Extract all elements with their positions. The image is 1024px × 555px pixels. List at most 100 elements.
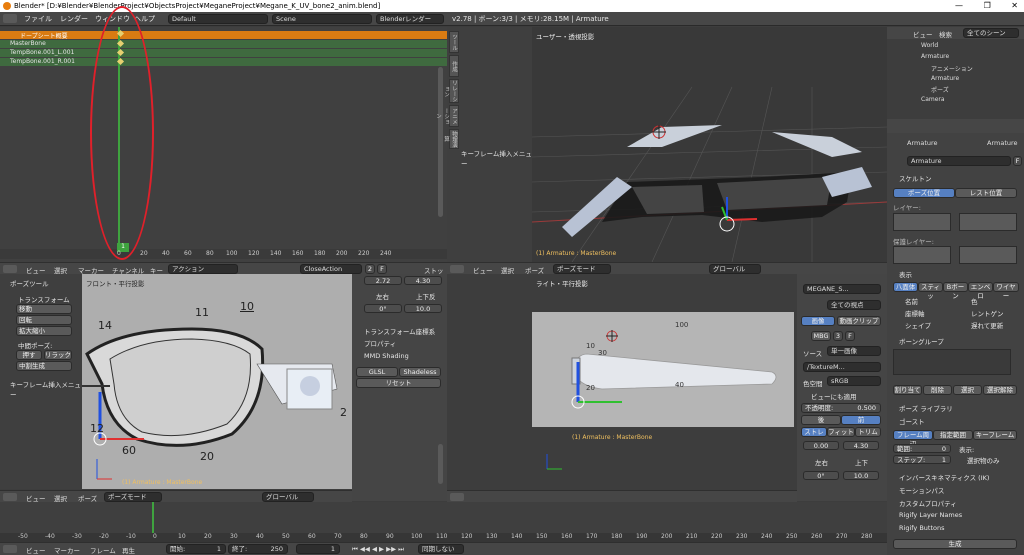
pose-library-header[interactable]: ポーズ ライブラリ xyxy=(899,403,953,413)
menu-playback[interactable]: 再生 xyxy=(122,545,135,555)
tab-tools[interactable]: ツール xyxy=(449,31,459,53)
outliner-item[interactable]: World xyxy=(921,42,938,49)
vertical-scrollbar[interactable] xyxy=(438,444,443,484)
fake-user-button[interactable]: F xyxy=(377,264,387,274)
custom-properties-header[interactable]: カスタムプロパティ xyxy=(899,498,957,508)
axes-checkbox[interactable]: 座標軸 xyxy=(905,308,925,318)
image-users-count[interactable]: 3 xyxy=(833,331,843,341)
action-users-count[interactable]: 2 xyxy=(365,264,375,274)
editor-type-icon[interactable] xyxy=(3,265,17,273)
generate-button[interactable]: 生成 xyxy=(893,539,1017,549)
delay-checkbox[interactable]: 遅れて更新 xyxy=(971,320,1003,330)
maximize-button[interactable]: ❐ xyxy=(984,1,991,10)
channel-row[interactable]: TempBone.001_L.001 xyxy=(0,49,447,57)
mmd-shading-header[interactable]: MMD Shading xyxy=(364,352,409,360)
bone-groups-header[interactable]: ボーングループ xyxy=(899,336,944,346)
move-button[interactable]: 移動 xyxy=(16,304,72,314)
menu-search[interactable]: 検索 xyxy=(939,29,952,39)
xray-checkbox[interactable]: レントゲン xyxy=(971,308,1004,318)
front-button[interactable]: 前 xyxy=(841,415,881,425)
current-frame-field[interactable]: 1 xyxy=(296,544,340,554)
wire-button[interactable]: ワイヤー xyxy=(993,282,1019,300)
tab-create[interactable]: 作成 xyxy=(449,55,459,77)
editor-type-icon[interactable] xyxy=(3,545,17,553)
menu-marker[interactable]: マーカー xyxy=(54,545,80,555)
properties-tabs[interactable] xyxy=(887,119,1024,133)
tab-relations[interactable]: リレーション xyxy=(443,79,459,103)
mode-select[interactable]: ポーズモード xyxy=(553,264,611,274)
sync-mode-select[interactable]: 同期しない xyxy=(418,544,464,554)
orientation-select[interactable]: グローバル xyxy=(709,264,761,274)
context-path[interactable]: Armature xyxy=(907,139,938,147)
bone-layers-grid[interactable] xyxy=(893,213,951,231)
menu-render[interactable]: レンダー xyxy=(60,14,88,24)
ghost-in-range-button[interactable]: 指定範囲 xyxy=(933,430,973,440)
skeleton-header[interactable]: スケルトン xyxy=(899,173,932,183)
display-axis-select[interactable]: 全ての視点 xyxy=(827,300,881,310)
menu-frame[interactable]: フレーム xyxy=(90,545,116,555)
reset-button[interactable]: リセット xyxy=(356,378,441,388)
dopesheet-ruler[interactable]: 1 0 20 40 60 80 100 120 140 160 180 200 … xyxy=(0,243,447,259)
outliner-item[interactable]: Armature xyxy=(931,75,959,82)
ghost-header[interactable]: ゴースト xyxy=(899,416,925,426)
image-path-field[interactable]: /TextureM... xyxy=(803,362,881,372)
remove-button[interactable]: 削除 xyxy=(923,385,952,395)
outliner-item[interactable]: アニメーション xyxy=(931,64,973,73)
armature-name-field[interactable]: Armature xyxy=(907,156,1011,166)
back-button[interactable]: 後 xyxy=(801,415,841,425)
tab-physics[interactable]: 物理演算 xyxy=(443,129,459,149)
channel-row[interactable]: TempBone.001_R.001 xyxy=(0,58,447,66)
bone-layers-grid[interactable] xyxy=(959,213,1017,231)
context-path[interactable]: Armature xyxy=(987,139,1018,147)
shadeless-button[interactable]: Shadeless xyxy=(399,367,441,377)
screen-layout-select[interactable]: Default xyxy=(168,14,268,24)
timeline-ruler[interactable]: -50 -40 -30 -20 -10 0 10 20 30 40 50 60 … xyxy=(0,533,887,542)
dopesheet-summary-row[interactable]: ドープシート概要 xyxy=(0,31,447,40)
selected-only-checkbox[interactable]: 選択物のみ xyxy=(967,455,1000,465)
viewport-top-area[interactable]: ツール 作成 リレーション アニメーション 物理演算 キーフレーム挿入メニュー … xyxy=(435,27,887,262)
ghost-around-frame-button[interactable]: フレーム周辺 xyxy=(893,430,933,448)
outliner-item[interactable]: Camera xyxy=(921,96,945,103)
tab-image[interactable]: 画像 xyxy=(801,316,835,326)
outliner-item[interactable]: ポーズ xyxy=(931,85,949,94)
menu-view[interactable]: ビュー xyxy=(26,545,46,555)
timeline-area[interactable]: -50 -40 -30 -20 -10 0 10 20 30 40 50 60 … xyxy=(0,502,887,542)
rigify-buttons-header[interactable]: Rigify Buttons xyxy=(899,524,945,532)
crop-button[interactable]: トリム xyxy=(855,427,881,437)
close-button[interactable]: ✕ xyxy=(1011,1,1018,10)
editor-type-icon[interactable] xyxy=(450,493,464,501)
ik-header[interactable]: インバースキネマティクス (IK) xyxy=(899,472,989,482)
pose-position-button[interactable]: ポーズ位置 xyxy=(893,188,955,198)
relax-button[interactable]: リラック xyxy=(44,350,72,360)
outliner-item[interactable]: Armature xyxy=(921,53,949,60)
push-button[interactable]: 押す xyxy=(16,350,42,360)
transform-orientations-header[interactable]: トランスフォーム座標系 xyxy=(364,326,435,336)
view-as-render-checkbox[interactable]: ビューにも適用 xyxy=(811,391,857,401)
stretch-button[interactable]: ストレ xyxy=(801,427,827,437)
viewport-front-area[interactable]: ポーズツール トランスフォーム 移動 回転 拡大縮小 中間ポーズ: 押す リラッ… xyxy=(0,274,352,489)
bbone-button[interactable]: Bボーン xyxy=(943,282,968,300)
pose-tools-header[interactable]: ポーズツール xyxy=(10,278,49,288)
opacity-slider[interactable]: 不透明度: 0.500 xyxy=(801,403,881,413)
rotate-button[interactable]: 回転 xyxy=(16,315,72,325)
protected-layers-grid[interactable] xyxy=(893,246,951,264)
ghost-step-field[interactable]: ステップ: 1 xyxy=(893,455,951,464)
fake-user-button[interactable]: F xyxy=(1013,156,1022,166)
playback-controls[interactable]: ⏮ ◀◀ ◀ ▶ ▶▶ ⏭ xyxy=(352,545,404,554)
size-field[interactable]: 10.0 xyxy=(843,471,879,480)
dopesheet-mode-select[interactable]: アクション xyxy=(168,264,238,274)
start-frame-field[interactable]: 開始: 1 xyxy=(166,544,226,554)
shapes-checkbox[interactable]: シェイプ xyxy=(905,320,931,330)
flip-y-checkbox[interactable]: 上下 xyxy=(855,457,868,467)
render-engine-select[interactable]: Blenderレンダー xyxy=(376,14,444,24)
source-select[interactable]: 単一画像 xyxy=(827,346,881,356)
bone-group-list[interactable] xyxy=(893,349,1011,375)
octahedral-button[interactable]: 八面体 xyxy=(893,282,918,292)
editor-type-icon[interactable] xyxy=(3,14,17,23)
scale-button[interactable]: 拡大縮小 xyxy=(16,326,72,336)
offset-y-field[interactable]: 4.30 xyxy=(843,441,879,450)
fit-button[interactable]: フィット xyxy=(827,427,855,437)
properties-header[interactable]: プロパティ xyxy=(364,338,396,348)
breakdowner-button[interactable]: 中割生成 xyxy=(16,361,72,371)
names-checkbox[interactable]: 名前 xyxy=(905,296,918,306)
